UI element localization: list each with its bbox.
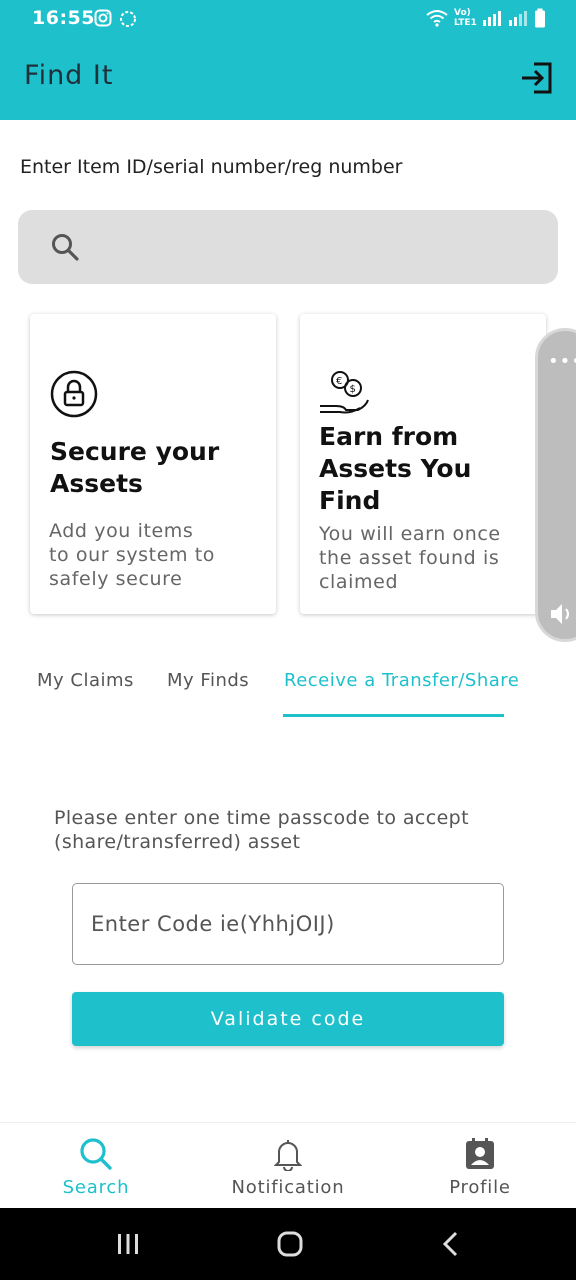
- card-description: Add you items to our system to safely se…: [49, 519, 215, 591]
- svg-text:$: $: [350, 384, 356, 395]
- network-label: Vo) LTE1: [454, 8, 477, 28]
- tab-bar: My Claims My Finds Receive a Transfer/Sh…: [0, 664, 576, 718]
- card-description-line: claimed: [319, 571, 399, 593]
- search-prompt: Enter Item ID/serial number/reg number: [20, 156, 403, 178]
- volume-icon: [551, 604, 569, 624]
- status-bar: 16:55 Vo) LTE1: [0, 0, 576, 38]
- card-earn-from-assets[interactable]: € $ Earn from Assets You Find You will e…: [300, 314, 546, 614]
- search-icon: [80, 1138, 112, 1170]
- system-nav-bar: [0, 1208, 576, 1280]
- card-heading-line: Earn from: [319, 422, 459, 451]
- battery-icon: [535, 8, 545, 28]
- recent-apps-icon[interactable]: [112, 1228, 144, 1260]
- lock-icon: [50, 370, 98, 418]
- validate-code-button[interactable]: Validate code: [72, 992, 504, 1046]
- instagram-icon: [94, 9, 112, 27]
- home-icon[interactable]: [274, 1228, 306, 1260]
- nav-search[interactable]: Search: [0, 1123, 192, 1209]
- card-heading-line: Assets You: [319, 454, 472, 483]
- money-hand-icon: € $: [320, 371, 369, 414]
- page-title: Find It: [24, 60, 114, 91]
- nav-notification[interactable]: Notification: [192, 1123, 384, 1209]
- profile-icon: [466, 1138, 494, 1169]
- wifi-icon: [426, 10, 448, 27]
- card-description-line: Add you items: [49, 520, 194, 542]
- tab-my-claims[interactable]: My Claims: [37, 670, 134, 691]
- card-heading: Secure your Assets: [50, 437, 220, 498]
- signal-icon: [483, 11, 501, 26]
- signal-icon: [509, 11, 527, 26]
- status-time: 16:55: [32, 7, 95, 29]
- otp-instruction-line: (share/transferred) asset: [54, 831, 301, 853]
- card-description-line: You will earn once: [319, 523, 501, 545]
- otp-instruction: Please enter one time passcode to accept…: [54, 806, 524, 854]
- card-description-line: to our system to: [49, 544, 216, 566]
- code-input[interactable]: [91, 906, 481, 942]
- bottom-nav: Search Notification Profile: [0, 1122, 576, 1208]
- nav-label: Notification: [231, 1177, 345, 1198]
- search-icon: [52, 234, 79, 261]
- side-panel-handle[interactable]: •••: [535, 328, 576, 642]
- code-field[interactable]: [72, 883, 504, 965]
- card-description: You will earn once the asset found is cl…: [319, 522, 501, 594]
- otp-instruction-line: Please enter one time passcode to accept: [54, 807, 469, 829]
- nav-label: Profile: [449, 1177, 511, 1198]
- card-description-line: safely secure: [49, 568, 183, 590]
- logout-icon[interactable]: [520, 60, 556, 96]
- card-heading-line: Find: [319, 486, 381, 515]
- back-icon[interactable]: [436, 1228, 468, 1260]
- bell-icon: [273, 1140, 303, 1171]
- more-dots-icon: •••: [548, 351, 576, 372]
- card-secure-assets[interactable]: Secure your Assets Add you items to our …: [30, 314, 276, 614]
- card-heading: Earn from Assets You Find: [319, 421, 519, 517]
- card-description-line: the asset found is: [319, 547, 500, 569]
- active-tab-indicator: [283, 714, 504, 717]
- search-bar[interactable]: [18, 210, 558, 284]
- nav-profile[interactable]: Profile: [384, 1123, 576, 1209]
- svg-text:€: €: [336, 376, 342, 387]
- app-bar: Find It: [0, 38, 576, 120]
- search-input[interactable]: [98, 228, 538, 266]
- nav-label: Search: [62, 1177, 130, 1198]
- tab-my-finds[interactable]: My Finds: [167, 670, 249, 691]
- sync-icon: [120, 11, 136, 27]
- tab-receive-transfer[interactable]: Receive a Transfer/Share: [284, 670, 519, 691]
